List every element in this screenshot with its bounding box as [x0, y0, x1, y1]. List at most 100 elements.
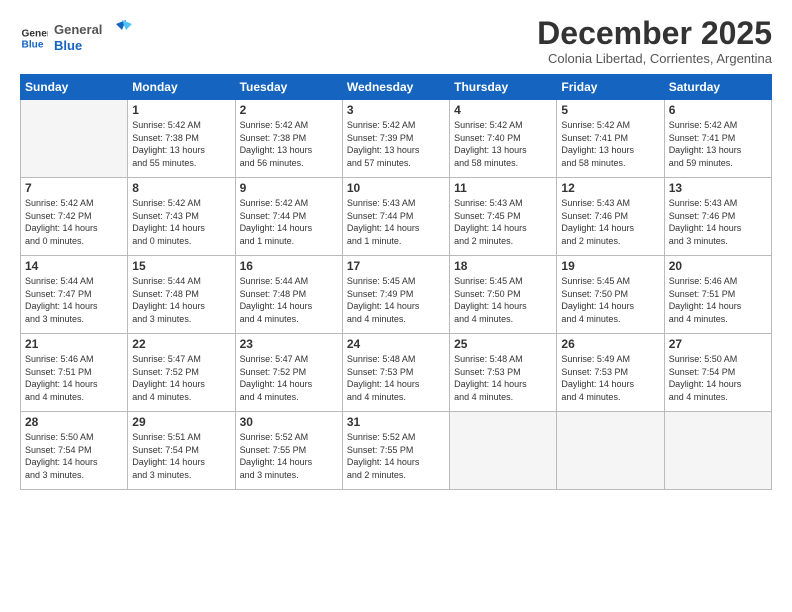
week-row-0: 1 Sunrise: 5:42 AMSunset: 7:38 PMDaylight… [21, 100, 772, 178]
day-cell: 5 Sunrise: 5:42 AMSunset: 7:41 PMDaylight… [557, 100, 664, 178]
day-number: 9 [240, 181, 338, 195]
day-info: Sunrise: 5:42 AMSunset: 7:41 PMDaylight:… [561, 119, 659, 169]
day-cell: 13 Sunrise: 5:43 AMSunset: 7:46 PMDayligh… [664, 178, 771, 256]
day-number: 8 [132, 181, 230, 195]
logo-icon: General Blue [20, 24, 48, 52]
day-number: 15 [132, 259, 230, 273]
day-cell: 17 Sunrise: 5:45 AMSunset: 7:49 PMDayligh… [342, 256, 449, 334]
header-row: Sunday Monday Tuesday Wednesday Thursday… [21, 75, 772, 100]
day-number: 22 [132, 337, 230, 351]
day-info: Sunrise: 5:44 AMSunset: 7:47 PMDaylight:… [25, 275, 123, 325]
day-info: Sunrise: 5:44 AMSunset: 7:48 PMDaylight:… [132, 275, 230, 325]
day-number: 23 [240, 337, 338, 351]
day-number: 10 [347, 181, 445, 195]
day-info: Sunrise: 5:43 AMSunset: 7:46 PMDaylight:… [669, 197, 767, 247]
calendar-table: Sunday Monday Tuesday Wednesday Thursday… [20, 74, 772, 490]
day-number: 11 [454, 181, 552, 195]
day-info: Sunrise: 5:47 AMSunset: 7:52 PMDaylight:… [132, 353, 230, 403]
day-info: Sunrise: 5:42 AMSunset: 7:41 PMDaylight:… [669, 119, 767, 169]
day-number: 26 [561, 337, 659, 351]
day-cell: 24 Sunrise: 5:48 AMSunset: 7:53 PMDayligh… [342, 334, 449, 412]
day-number: 6 [669, 103, 767, 117]
day-info: Sunrise: 5:45 AMSunset: 7:50 PMDaylight:… [561, 275, 659, 325]
day-number: 18 [454, 259, 552, 273]
day-number: 29 [132, 415, 230, 429]
day-cell: 27Sunrise: 5:50 AMSunset: 7:54 PMDayligh… [664, 334, 771, 412]
day-number: 2 [240, 103, 338, 117]
day-cell: 21 Sunrise: 5:46 AMSunset: 7:51 PMDayligh… [21, 334, 128, 412]
week-row-4: 28Sunrise: 5:50 AMSunset: 7:54 PMDayligh… [21, 412, 772, 490]
day-number: 20 [669, 259, 767, 273]
svg-text:Blue: Blue [22, 39, 44, 50]
day-info: Sunrise: 5:45 AMSunset: 7:50 PMDaylight:… [454, 275, 552, 325]
col-tuesday: Tuesday [235, 75, 342, 100]
day-cell: 22 Sunrise: 5:47 AMSunset: 7:52 PMDayligh… [128, 334, 235, 412]
day-cell [557, 412, 664, 490]
day-info: Sunrise: 5:51 AMSunset: 7:54 PMDaylight:… [132, 431, 230, 481]
day-number: 28 [25, 415, 123, 429]
day-cell: 23 Sunrise: 5:47 AMSunset: 7:52 PMDayligh… [235, 334, 342, 412]
day-info: Sunrise: 5:42 AMSunset: 7:44 PMDaylight:… [240, 197, 338, 247]
day-info: Sunrise: 5:43 AMSunset: 7:44 PMDaylight:… [347, 197, 445, 247]
title-block: December 2025 Colonia Libertad, Corrient… [537, 16, 772, 66]
day-cell: 9 Sunrise: 5:42 AMSunset: 7:44 PMDaylight… [235, 178, 342, 256]
day-cell: 19 Sunrise: 5:45 AMSunset: 7:50 PMDayligh… [557, 256, 664, 334]
day-number: 27 [669, 337, 767, 351]
day-cell: 7Sunrise: 5:42 AMSunset: 7:42 PMDaylight… [21, 178, 128, 256]
day-number: 13 [669, 181, 767, 195]
day-number: 25 [454, 337, 552, 351]
day-cell [664, 412, 771, 490]
day-number: 4 [454, 103, 552, 117]
logo: General Blue General Blue [20, 16, 134, 60]
day-info: Sunrise: 5:42 AMSunset: 7:38 PMDaylight:… [240, 119, 338, 169]
day-cell: 31Sunrise: 5:52 AMSunset: 7:55 PMDayligh… [342, 412, 449, 490]
day-cell: 25 Sunrise: 5:48 AMSunset: 7:53 PMDayligh… [450, 334, 557, 412]
day-cell: 16 Sunrise: 5:44 AMSunset: 7:48 PMDayligh… [235, 256, 342, 334]
day-info: Sunrise: 5:46 AMSunset: 7:51 PMDaylight:… [669, 275, 767, 325]
day-cell [21, 100, 128, 178]
day-info: Sunrise: 5:45 AMSunset: 7:49 PMDaylight:… [347, 275, 445, 325]
day-number: 16 [240, 259, 338, 273]
day-cell: 26Sunrise: 5:49 AMSunset: 7:53 PMDayligh… [557, 334, 664, 412]
svg-text:Blue: Blue [54, 38, 82, 53]
day-cell: 29 Sunrise: 5:51 AMSunset: 7:54 PMDayligh… [128, 412, 235, 490]
day-info: Sunrise: 5:46 AMSunset: 7:51 PMDaylight:… [25, 353, 123, 403]
day-cell: 20 Sunrise: 5:46 AMSunset: 7:51 PMDayligh… [664, 256, 771, 334]
day-cell: 10 Sunrise: 5:43 AMSunset: 7:44 PMDayligh… [342, 178, 449, 256]
day-number: 17 [347, 259, 445, 273]
day-cell: 28Sunrise: 5:50 AMSunset: 7:54 PMDayligh… [21, 412, 128, 490]
day-cell: 30 Sunrise: 5:52 AMSunset: 7:55 PMDayligh… [235, 412, 342, 490]
day-info: Sunrise: 5:52 AMSunset: 7:55 PMDaylight:… [347, 431, 445, 481]
day-cell: 14Sunrise: 5:44 AMSunset: 7:47 PMDayligh… [21, 256, 128, 334]
day-info: Sunrise: 5:42 AMSunset: 7:43 PMDaylight:… [132, 197, 230, 247]
day-cell: 3Sunrise: 5:42 AMSunset: 7:39 PMDaylight… [342, 100, 449, 178]
day-number: 24 [347, 337, 445, 351]
day-info: Sunrise: 5:47 AMSunset: 7:52 PMDaylight:… [240, 353, 338, 403]
day-cell: 12Sunrise: 5:43 AMSunset: 7:46 PMDayligh… [557, 178, 664, 256]
day-number: 1 [132, 103, 230, 117]
col-thursday: Thursday [450, 75, 557, 100]
col-wednesday: Wednesday [342, 75, 449, 100]
subtitle: Colonia Libertad, Corrientes, Argentina [537, 51, 772, 66]
day-number: 5 [561, 103, 659, 117]
day-info: Sunrise: 5:48 AMSunset: 7:53 PMDaylight:… [454, 353, 552, 403]
col-sunday: Sunday [21, 75, 128, 100]
day-cell: 2 Sunrise: 5:42 AMSunset: 7:38 PMDaylight… [235, 100, 342, 178]
day-info: Sunrise: 5:44 AMSunset: 7:48 PMDaylight:… [240, 275, 338, 325]
svg-text:General: General [22, 28, 48, 39]
svg-text:General: General [54, 22, 102, 37]
day-cell: 15 Sunrise: 5:44 AMSunset: 7:48 PMDayligh… [128, 256, 235, 334]
day-number: 30 [240, 415, 338, 429]
day-info: Sunrise: 5:48 AMSunset: 7:53 PMDaylight:… [347, 353, 445, 403]
day-number: 7 [25, 181, 123, 195]
day-number: 21 [25, 337, 123, 351]
day-info: Sunrise: 5:52 AMSunset: 7:55 PMDaylight:… [240, 431, 338, 481]
day-cell: 18 Sunrise: 5:45 AMSunset: 7:50 PMDayligh… [450, 256, 557, 334]
day-number: 19 [561, 259, 659, 273]
page-container: General Blue General Blue December 2025 … [0, 0, 792, 612]
day-cell: 6 Sunrise: 5:42 AMSunset: 7:41 PMDaylight… [664, 100, 771, 178]
day-cell: 4 Sunrise: 5:42 AMSunset: 7:40 PMDaylight… [450, 100, 557, 178]
col-monday: Monday [128, 75, 235, 100]
day-info: Sunrise: 5:42 AMSunset: 7:40 PMDaylight:… [454, 119, 552, 169]
day-cell: 8 Sunrise: 5:42 AMSunset: 7:43 PMDaylight… [128, 178, 235, 256]
